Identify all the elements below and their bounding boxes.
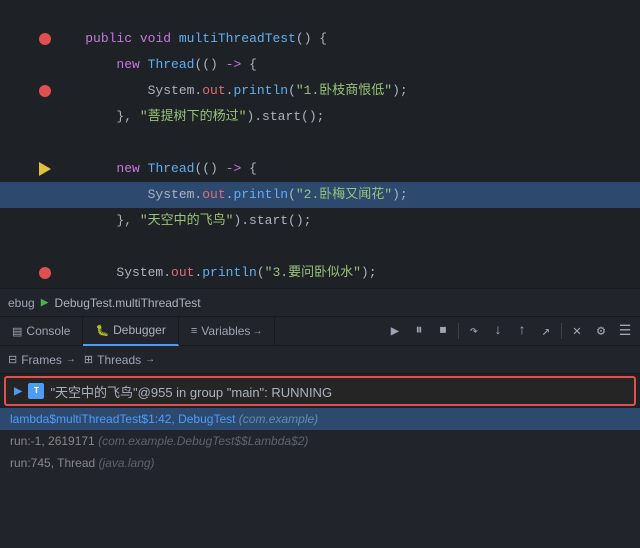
debug-header-bar: ebug ▶ DebugTest.multiThreadTest <box>0 288 640 316</box>
frames-icon: ⊟ <box>8 353 17 366</box>
tab-debugger[interactable]: 🐛 Debugger <box>83 316 178 346</box>
code-line-1: public void multiThreadTest() { <box>0 26 640 52</box>
line-indicator <box>36 85 54 97</box>
breakpoint-icon <box>39 85 51 97</box>
threads-icon: ⊞ <box>84 353 93 366</box>
breakpoint-icon <box>39 33 51 45</box>
run-arrow-icon: ▶ <box>14 383 22 400</box>
thread-running-item[interactable]: ▶ T "天空中的飞鸟"@955 in group "main": RUNNIN… <box>4 376 636 406</box>
thread-icon: T <box>28 383 44 399</box>
threads-label: Threads <box>97 353 141 367</box>
stack-frame-3-package: (java.lang) <box>99 456 155 470</box>
threads-arrow-icon: → <box>145 354 155 365</box>
tab-console-label: Console <box>26 324 70 338</box>
tab-variables[interactable]: ≡ Variables → <box>179 316 276 346</box>
code-line-0 <box>0 0 640 26</box>
variables-arrow: → <box>252 326 262 337</box>
code-line-7: System.out.println("2.卧梅又闻花"); <box>0 182 640 208</box>
tab-console[interactable]: ▤ Console <box>0 316 83 346</box>
code-text: System.out.println("3.要问卧似水"); <box>54 260 640 286</box>
toolbar-step-over-btn[interactable]: ↷ <box>463 320 485 342</box>
breakpoint-arrow-icon <box>39 162 51 176</box>
tab-bar: ▤ Console 🐛 Debugger ≡ Variables → ▶ ⏸ ⏹… <box>0 316 640 346</box>
line-indicator <box>36 162 54 176</box>
stack-frame-2-text: run:-1, 2619171 <box>10 434 98 448</box>
debug-title: DebugTest.multiThreadTest <box>55 296 201 310</box>
frames-threads-bar: ⊟ Frames → ⊞ Threads → <box>0 346 640 374</box>
frames-selector[interactable]: ⊟ Frames → <box>8 353 76 367</box>
stack-frame-2[interactable]: run:-1, 2619171 (com.example.DebugTest$$… <box>0 430 640 452</box>
stack-frame-3[interactable]: run:745, Thread (java.lang) <box>0 452 640 474</box>
code-line-4: }, "菩提树下的杨过").start(); <box>0 104 640 130</box>
toolbar-step-out-btn[interactable]: ↑ <box>511 320 533 342</box>
toolbar-more-btn[interactable]: ☰ <box>614 320 636 342</box>
tab-variables-label: Variables <box>201 324 250 338</box>
code-line-3: System.out.println("1.卧枝商恨低"); <box>0 78 640 104</box>
app-window: public void multiThreadTest() { new Thre… <box>0 0 640 548</box>
variables-icon: ≡ <box>191 325 197 337</box>
debug-icon: ▶ <box>41 295 49 310</box>
toolbar-stop-btn[interactable]: ⏹ <box>432 320 454 342</box>
code-text: public void multiThreadTest() { <box>54 26 640 52</box>
toolbar-evaluate-btn[interactable]: ✕ <box>566 320 588 342</box>
code-line-8: }, "天空中的飞鸟").start(); <box>0 208 640 234</box>
threads-selector[interactable]: ⊞ Threads → <box>84 353 155 367</box>
code-line-10: System.out.println("3.要问卧似水"); <box>0 260 640 286</box>
code-line-9 <box>0 234 640 260</box>
code-text: System.out.println("1.卧枝商恨低"); <box>54 78 640 104</box>
code-editor: public void multiThreadTest() { new Thre… <box>0 0 640 290</box>
code-text: }, "菩提树下的杨过").start(); <box>54 104 640 130</box>
code-text: new Thread(() -> { <box>54 52 640 78</box>
thread-running-text: "天空中的飞鸟"@955 in group "main": RUNNING <box>50 382 332 401</box>
code-line-6: new Thread(() -> { <box>0 156 640 182</box>
frames-arrow-icon: → <box>66 354 76 365</box>
code-text: new Thread(() -> { <box>54 156 640 182</box>
toolbar-sep-2 <box>561 323 562 339</box>
debugger-icon: 🐛 <box>95 324 109 337</box>
toolbar-pause-btn[interactable]: ⏸ <box>408 320 430 342</box>
stack-frame-1[interactable]: lambda$multiThreadTest$1:42, DebugTest (… <box>0 408 640 430</box>
line-indicator <box>36 267 54 279</box>
thread-running-container: ▶ T "天空中的飞鸟"@955 in group "main": RUNNIN… <box>0 374 640 408</box>
toolbar-step-into-btn[interactable]: ↓ <box>487 320 509 342</box>
console-icon: ▤ <box>12 325 22 338</box>
stack-frame-3-text: run:745, Thread <box>10 456 99 470</box>
toolbar-run-to-cursor-btn[interactable]: ↗ <box>535 320 557 342</box>
toolbar-sep-1 <box>458 323 459 339</box>
toolbar-settings-btn[interactable]: ⚙ <box>590 320 612 342</box>
stack-frame-1-package: (com.example) <box>239 412 318 426</box>
code-text: }, "天空中的飞鸟").start(); <box>54 208 640 234</box>
debug-label: ebug <box>8 296 35 310</box>
stack-frame-2-package: (com.example.DebugTest$$Lambda$2) <box>98 434 308 448</box>
code-line-5 <box>0 130 640 156</box>
toolbar-resume-btn[interactable]: ▶ <box>384 320 406 342</box>
frames-label: Frames <box>21 353 62 367</box>
code-text: System.out.println("2.卧梅又闻花"); <box>54 182 640 208</box>
breakpoint-icon <box>39 267 51 279</box>
line-indicator <box>36 33 54 45</box>
stack-frame-1-text: lambda$multiThreadTest$1:42, DebugTest <box>10 412 239 426</box>
tab-debugger-label: Debugger <box>113 323 166 337</box>
stack-frames-list: lambda$multiThreadTest$1:42, DebugTest (… <box>0 408 640 548</box>
code-line-2: new Thread(() -> { <box>0 52 640 78</box>
debug-panel: ebug ▶ DebugTest.multiThreadTest ▤ Conso… <box>0 288 640 548</box>
